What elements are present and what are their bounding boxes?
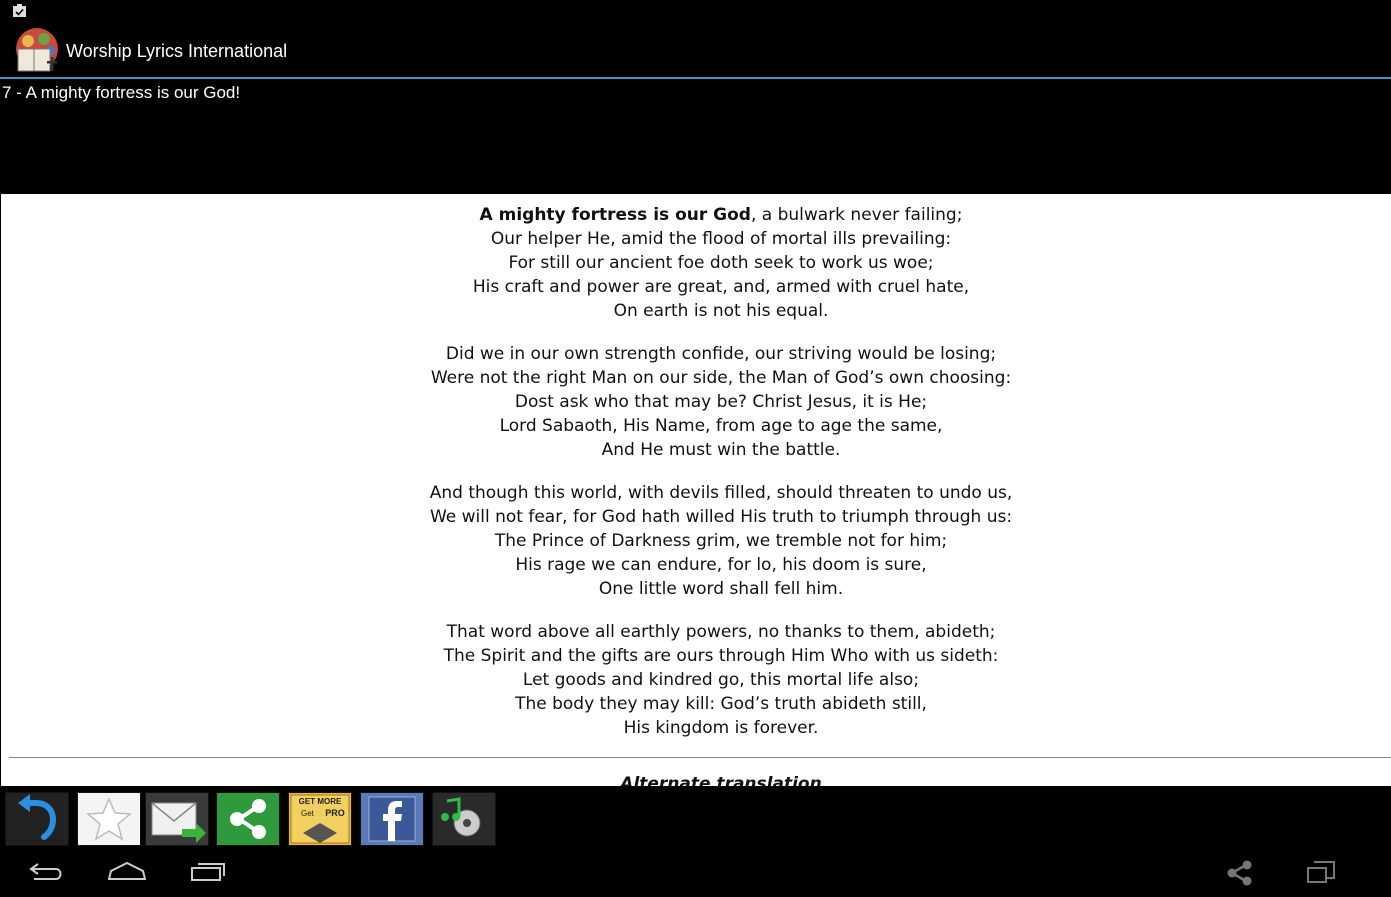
screen-mode-icon[interactable] bbox=[1306, 860, 1336, 886]
music-button[interactable] bbox=[432, 792, 496, 846]
back-arrow-icon bbox=[18, 794, 56, 840]
stanza-3: And though this world, with devils fille… bbox=[1, 481, 1391, 601]
pro-label-get: Get bbox=[301, 809, 315, 818]
song-title: 7 - A mighty fortress is our God! bbox=[2, 83, 241, 102]
lyric-line: Were not the right Man on our side, the … bbox=[430, 368, 1012, 388]
share-icon bbox=[230, 799, 266, 839]
lyric-line: Our helper He, amid the flood of mortal … bbox=[490, 229, 952, 249]
alternate-translation-heading: Alternate translation bbox=[620, 774, 822, 786]
facebook-icon bbox=[368, 796, 416, 842]
share-icon[interactable] bbox=[1226, 860, 1254, 886]
home-icon[interactable] bbox=[108, 860, 146, 882]
lyric-line: A mighty fortress is our God, a bulwark … bbox=[1, 203, 1391, 227]
status-bar bbox=[0, 0, 1391, 24]
lyrics: A mighty fortress is our God, a bulwark … bbox=[1, 203, 1391, 759]
clipboard-check-icon bbox=[13, 4, 26, 17]
action-bar: Worship Lyrics International bbox=[0, 24, 1391, 79]
recents-icon[interactable] bbox=[190, 860, 228, 882]
app-logo-icon[interactable] bbox=[12, 27, 62, 75]
lyric-line: On earth is not his equal. bbox=[613, 301, 829, 321]
get-pro-icon: GET MORE Get PRO bbox=[290, 794, 350, 844]
lyric-line: One little word shall fell him. bbox=[598, 579, 844, 599]
lyric-line: His rage we can endure, for lo, his doom… bbox=[515, 555, 927, 575]
song-lead-rest: , a bulwark never failing; bbox=[750, 205, 963, 225]
lyric-line: His kingdom is forever. bbox=[623, 718, 819, 738]
lyric-line: Did we in our own strength confide, our … bbox=[445, 344, 997, 364]
bottom-toolbar: GET MORE Get PRO bbox=[0, 786, 1391, 846]
stanza-2: Did we in our own strength confide, our … bbox=[1, 342, 1391, 462]
lyric-line: And though this world, with devils fille… bbox=[429, 483, 1013, 503]
back-arrow-button[interactable] bbox=[5, 792, 69, 846]
lyric-line: His craft and power are great, and, arme… bbox=[472, 277, 970, 297]
favorite-button[interactable] bbox=[77, 792, 141, 846]
app-title: Worship Lyrics International bbox=[66, 41, 288, 61]
lyric-line: The Prince of Darkness grim, we tremble … bbox=[494, 531, 948, 551]
stanza-1: A mighty fortress is our God, a bulwark … bbox=[1, 203, 1391, 323]
system-nav-bar bbox=[0, 846, 1391, 897]
lyric-line: The Spirit and the gifts are ours throug… bbox=[443, 646, 999, 666]
pro-label-pro: PRO bbox=[325, 808, 345, 818]
back-icon[interactable] bbox=[28, 860, 66, 882]
email-button[interactable] bbox=[145, 792, 209, 846]
lyrics-pane[interactable]: A mighty fortress is our God, a bulwark … bbox=[1, 194, 1391, 786]
section-divider bbox=[9, 757, 1391, 758]
facebook-button[interactable] bbox=[360, 792, 424, 846]
lyric-line: And He must win the battle. bbox=[601, 440, 841, 460]
lyric-line: That word above all earthly powers, no t… bbox=[446, 622, 996, 642]
star-icon bbox=[86, 797, 132, 841]
music-icon bbox=[441, 797, 481, 837]
lyric-line: For still our ancient foe doth seek to w… bbox=[508, 253, 934, 273]
song-header: 7 - A mighty fortress is our God! bbox=[1, 79, 1391, 194]
get-pro-button[interactable]: GET MORE Get PRO bbox=[288, 792, 352, 846]
email-forward-icon bbox=[151, 802, 206, 843]
lyric-line: We will not fear, for God hath willed Hi… bbox=[429, 507, 1013, 527]
lyric-line: Dost ask who that may be? Christ Jesus, … bbox=[514, 392, 928, 412]
lyric-line: The body they may kill: God’s truth abid… bbox=[515, 694, 927, 714]
stanza-4: That word above all earthly powers, no t… bbox=[1, 620, 1391, 740]
share-button[interactable] bbox=[216, 792, 280, 846]
song-lead-bold: A mighty fortress is our God bbox=[479, 205, 751, 225]
pro-label-top: GET MORE bbox=[299, 797, 342, 806]
lyric-line: Lord Sabaoth, His Name, from age to age … bbox=[499, 416, 943, 436]
lyric-line: Let goods and kindred go, this mortal li… bbox=[522, 670, 920, 690]
